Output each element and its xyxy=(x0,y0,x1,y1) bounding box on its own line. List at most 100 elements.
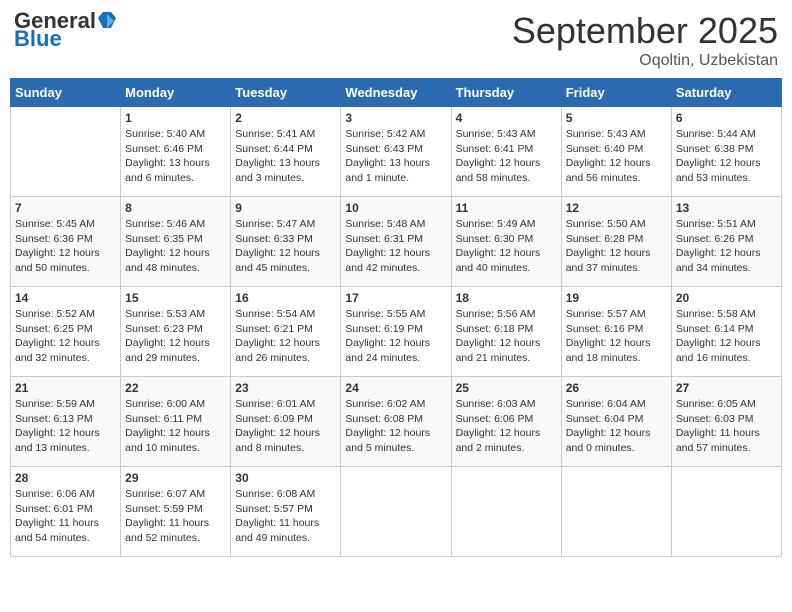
calendar-cell: 26 Sunrise: 6:04 AM Sunset: 6:04 PM Dayli… xyxy=(561,377,671,467)
day-info: Sunrise: 5:53 AM Sunset: 6:23 PM Dayligh… xyxy=(125,307,226,366)
day-info: Sunrise: 6:02 AM Sunset: 6:08 PM Dayligh… xyxy=(345,397,446,456)
day-info: Sunrise: 5:58 AM Sunset: 6:14 PM Dayligh… xyxy=(676,307,777,366)
day-number: 22 xyxy=(125,381,226,395)
logo-triangle-icon xyxy=(98,12,116,30)
calendar-cell: 17 Sunrise: 5:55 AM Sunset: 6:19 PM Dayli… xyxy=(341,287,451,377)
day-info: Sunrise: 5:51 AM Sunset: 6:26 PM Dayligh… xyxy=(676,217,777,276)
day-number: 21 xyxy=(15,381,116,395)
day-number: 24 xyxy=(345,381,446,395)
calendar-cell: 14 Sunrise: 5:52 AM Sunset: 6:25 PM Dayli… xyxy=(11,287,121,377)
title-block: September 2025 Oqoltin, Uzbekistan xyxy=(512,10,778,70)
calendar-cell: 5 Sunrise: 5:43 AM Sunset: 6:40 PM Daylig… xyxy=(561,107,671,197)
day-number: 8 xyxy=(125,201,226,215)
calendar-cell xyxy=(341,467,451,557)
calendar-week-1: 1 Sunrise: 5:40 AM Sunset: 6:46 PM Daylig… xyxy=(11,107,782,197)
col-header-monday: Monday xyxy=(121,79,231,107)
col-header-wednesday: Wednesday xyxy=(341,79,451,107)
calendar-cell: 11 Sunrise: 5:49 AM Sunset: 6:30 PM Dayli… xyxy=(451,197,561,287)
day-number: 19 xyxy=(566,291,667,305)
calendar-week-3: 14 Sunrise: 5:52 AM Sunset: 6:25 PM Dayli… xyxy=(11,287,782,377)
calendar-table: SundayMondayTuesdayWednesdayThursdayFrid… xyxy=(10,78,782,557)
day-number: 16 xyxy=(235,291,336,305)
calendar-cell xyxy=(451,467,561,557)
calendar-cell: 22 Sunrise: 6:00 AM Sunset: 6:11 PM Dayli… xyxy=(121,377,231,467)
day-info: Sunrise: 5:49 AM Sunset: 6:30 PM Dayligh… xyxy=(456,217,557,276)
calendar-cell: 21 Sunrise: 5:59 AM Sunset: 6:13 PM Dayli… xyxy=(11,377,121,467)
day-number: 5 xyxy=(566,111,667,125)
calendar-cell: 7Sunrise: 5:45 AM Sunset: 6:36 PM Daylig… xyxy=(11,197,121,287)
day-info: Sunrise: 6:04 AM Sunset: 6:04 PM Dayligh… xyxy=(566,397,667,456)
day-info: Sunrise: 5:44 AM Sunset: 6:38 PM Dayligh… xyxy=(676,127,777,186)
calendar-cell: 18 Sunrise: 5:56 AM Sunset: 6:18 PM Dayli… xyxy=(451,287,561,377)
calendar-cell: 19 Sunrise: 5:57 AM Sunset: 6:16 PM Dayli… xyxy=(561,287,671,377)
day-number: 10 xyxy=(345,201,446,215)
day-number: 2 xyxy=(235,111,336,125)
day-number: 29 xyxy=(125,471,226,485)
day-info: Sunrise: 6:07 AM Sunset: 5:59 PM Dayligh… xyxy=(125,487,226,546)
logo-blue: Blue xyxy=(14,28,62,50)
day-number: 9 xyxy=(235,201,336,215)
day-info: Sunrise: 6:00 AM Sunset: 6:11 PM Dayligh… xyxy=(125,397,226,456)
day-info: Sunrise: 5:56 AM Sunset: 6:18 PM Dayligh… xyxy=(456,307,557,366)
day-number: 14 xyxy=(15,291,116,305)
day-info: Sunrise: 5:43 AM Sunset: 6:40 PM Dayligh… xyxy=(566,127,667,186)
day-number: 18 xyxy=(456,291,557,305)
day-number: 12 xyxy=(566,201,667,215)
day-number: 4 xyxy=(456,111,557,125)
day-info: Sunrise: 6:01 AM Sunset: 6:09 PM Dayligh… xyxy=(235,397,336,456)
day-number: 7 xyxy=(15,201,116,215)
calendar-cell: 15 Sunrise: 5:53 AM Sunset: 6:23 PM Dayli… xyxy=(121,287,231,377)
day-number: 15 xyxy=(125,291,226,305)
calendar-cell: 2 Sunrise: 5:41 AM Sunset: 6:44 PM Daylig… xyxy=(231,107,341,197)
page-header: General Blue September 2025 Oqoltin, Uzb… xyxy=(10,10,782,70)
day-number: 26 xyxy=(566,381,667,395)
day-number: 30 xyxy=(235,471,336,485)
calendar-cell xyxy=(671,467,781,557)
calendar-cell xyxy=(11,107,121,197)
calendar-cell: 30 Sunrise: 6:08 AM Sunset: 5:57 PM Dayli… xyxy=(231,467,341,557)
day-number: 23 xyxy=(235,381,336,395)
day-info: Sunrise: 6:08 AM Sunset: 5:57 PM Dayligh… xyxy=(235,487,336,546)
calendar-cell: 4 Sunrise: 5:43 AM Sunset: 6:41 PM Daylig… xyxy=(451,107,561,197)
day-number: 6 xyxy=(676,111,777,125)
calendar-week-2: 7Sunrise: 5:45 AM Sunset: 6:36 PM Daylig… xyxy=(11,197,782,287)
col-header-thursday: Thursday xyxy=(451,79,561,107)
calendar-cell: 13 Sunrise: 5:51 AM Sunset: 6:26 PM Dayli… xyxy=(671,197,781,287)
day-info: Sunrise: 5:57 AM Sunset: 6:16 PM Dayligh… xyxy=(566,307,667,366)
day-info: Sunrise: 5:59 AM Sunset: 6:13 PM Dayligh… xyxy=(15,397,116,456)
location: Oqoltin, Uzbekistan xyxy=(512,52,778,70)
calendar-cell: 3Sunrise: 5:42 AM Sunset: 6:43 PM Daylig… xyxy=(341,107,451,197)
logo: General Blue xyxy=(14,10,116,50)
day-number: 20 xyxy=(676,291,777,305)
day-info: Sunrise: 5:48 AM Sunset: 6:31 PM Dayligh… xyxy=(345,217,446,276)
day-number: 13 xyxy=(676,201,777,215)
day-number: 17 xyxy=(345,291,446,305)
day-info: Sunrise: 6:03 AM Sunset: 6:06 PM Dayligh… xyxy=(456,397,557,456)
day-info: Sunrise: 5:50 AM Sunset: 6:28 PM Dayligh… xyxy=(566,217,667,276)
day-info: Sunrise: 5:40 AM Sunset: 6:46 PM Dayligh… xyxy=(125,127,226,186)
calendar-week-5: 28 Sunrise: 6:06 AM Sunset: 6:01 PM Dayli… xyxy=(11,467,782,557)
day-info: Sunrise: 5:42 AM Sunset: 6:43 PM Dayligh… xyxy=(345,127,446,186)
day-info: Sunrise: 6:06 AM Sunset: 6:01 PM Dayligh… xyxy=(15,487,116,546)
day-info: Sunrise: 5:52 AM Sunset: 6:25 PM Dayligh… xyxy=(15,307,116,366)
col-header-sunday: Sunday xyxy=(11,79,121,107)
calendar-cell: 29 Sunrise: 6:07 AM Sunset: 5:59 PM Dayli… xyxy=(121,467,231,557)
calendar-cell: 23 Sunrise: 6:01 AM Sunset: 6:09 PM Dayli… xyxy=(231,377,341,467)
day-info: Sunrise: 5:54 AM Sunset: 6:21 PM Dayligh… xyxy=(235,307,336,366)
day-number: 25 xyxy=(456,381,557,395)
calendar-cell: 27Sunrise: 6:05 AM Sunset: 6:03 PM Dayli… xyxy=(671,377,781,467)
calendar-cell: 12 Sunrise: 5:50 AM Sunset: 6:28 PM Dayli… xyxy=(561,197,671,287)
day-number: 27 xyxy=(676,381,777,395)
calendar-cell: 9 Sunrise: 5:47 AM Sunset: 6:33 PM Daylig… xyxy=(231,197,341,287)
calendar-cell: 24 Sunrise: 6:02 AM Sunset: 6:08 PM Dayli… xyxy=(341,377,451,467)
day-info: Sunrise: 5:43 AM Sunset: 6:41 PM Dayligh… xyxy=(456,127,557,186)
day-info: Sunrise: 5:47 AM Sunset: 6:33 PM Dayligh… xyxy=(235,217,336,276)
day-info: Sunrise: 5:55 AM Sunset: 6:19 PM Dayligh… xyxy=(345,307,446,366)
col-header-tuesday: Tuesday xyxy=(231,79,341,107)
month-title: September 2025 xyxy=(512,10,778,52)
calendar-cell: 16 Sunrise: 5:54 AM Sunset: 6:21 PM Dayli… xyxy=(231,287,341,377)
day-info: Sunrise: 5:41 AM Sunset: 6:44 PM Dayligh… xyxy=(235,127,336,186)
day-number: 11 xyxy=(456,201,557,215)
day-number: 1 xyxy=(125,111,226,125)
day-number: 28 xyxy=(15,471,116,485)
